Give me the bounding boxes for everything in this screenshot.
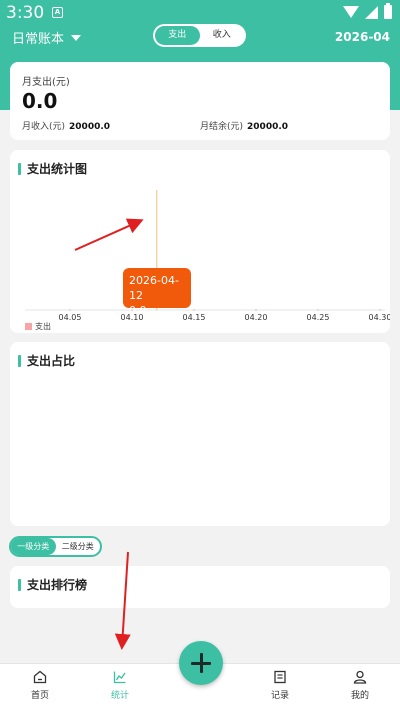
income-summary: 月收入(元) 20000.0	[22, 119, 110, 132]
book-title: 日常账本	[12, 32, 65, 47]
tab-income[interactable]: 收入	[200, 26, 245, 45]
tooltip-value: 0.0	[129, 304, 147, 317]
profile-icon	[353, 670, 367, 684]
stats-icon	[113, 671, 126, 684]
nav-record[interactable]: 记录	[250, 670, 310, 701]
status-time: 3:30	[6, 3, 45, 23]
category-toggle: 一级分类 二级分类	[9, 536, 102, 557]
balance-value: 20000.0	[247, 122, 289, 132]
expense-ratio-card: 支出占比	[10, 342, 390, 526]
chart-tooltip: 2026-04-12 0.0	[123, 268, 191, 317]
type-switch: 支出 收入	[153, 24, 246, 47]
x-tick-label: 04.05	[59, 313, 82, 322]
x-tick-label: 04.15	[183, 313, 206, 322]
level-one-category-button[interactable]: 一级分类	[11, 538, 56, 555]
expense-label: 月支出(元)	[22, 77, 70, 88]
nav-profile[interactable]: 我的	[330, 670, 390, 701]
notification-badge-icon: A	[52, 7, 63, 18]
tab-expense[interactable]: 支出	[155, 26, 200, 45]
x-tick-label: 04.20	[245, 313, 268, 322]
expense-chart-card: 支出统计图 04.05 04.10 04.15 04.20 04.25 04.30 支出	[10, 150, 390, 333]
expense-ratio-title: 支出占比	[18, 352, 75, 369]
nav-record-label: 记录	[270, 691, 289, 701]
signal-icon	[365, 5, 378, 19]
income-value: 20000.0	[69, 122, 111, 132]
legend-label: 支出	[35, 322, 51, 331]
expense-ratio-title-text: 支出占比	[27, 354, 76, 368]
series-point	[255, 309, 257, 311]
expense-value: 0.0	[22, 89, 58, 113]
balance-label: 月结余(元)	[200, 122, 244, 132]
status-icons	[343, 3, 392, 19]
series-point	[193, 309, 195, 311]
record-icon	[274, 670, 286, 684]
series-point	[317, 309, 319, 311]
nav-home-label: 首页	[30, 691, 49, 701]
nav-profile-label: 我的	[350, 691, 369, 701]
title-marker	[18, 354, 21, 367]
series-point	[379, 309, 381, 311]
balance-summary: 月结余(元) 20000.0	[200, 119, 288, 132]
book-selector[interactable]: 日常账本	[12, 28, 82, 47]
month-selector[interactable]: 2026-04	[335, 30, 390, 44]
wifi-icon	[343, 6, 359, 18]
home-icon	[33, 670, 47, 684]
expense-ranking-title: 支出排行榜	[18, 576, 87, 593]
series-point	[69, 309, 71, 311]
income-label: 月收入(元)	[22, 122, 66, 132]
battery-icon	[384, 3, 392, 19]
nav-home[interactable]: 首页	[10, 670, 70, 701]
nav-stats[interactable]: 统计	[90, 670, 150, 701]
nav-stats-label: 统计	[110, 691, 129, 701]
legend-swatch	[25, 323, 32, 330]
expense-ranking-card: 支出排行榜	[10, 566, 390, 608]
expense-ranking-title-text: 支出排行榜	[27, 578, 88, 592]
add-record-button[interactable]	[179, 641, 223, 685]
chevron-down-icon	[71, 34, 82, 41]
tooltip-date: 2026-04-12	[129, 274, 179, 302]
title-marker	[18, 578, 21, 591]
status-bar: 3:30 A	[0, 0, 400, 26]
x-tick-label: 04.30	[369, 313, 390, 322]
summary-card: 月支出(元) 0.0 月收入(元) 20000.0 月结余(元) 20000.0	[10, 62, 390, 140]
level-two-category-button[interactable]: 二级分类	[56, 538, 101, 555]
x-tick-label: 04.25	[307, 313, 330, 322]
expense-line-chart[interactable]: 04.05 04.10 04.15 04.20 04.25 04.30	[10, 150, 390, 333]
